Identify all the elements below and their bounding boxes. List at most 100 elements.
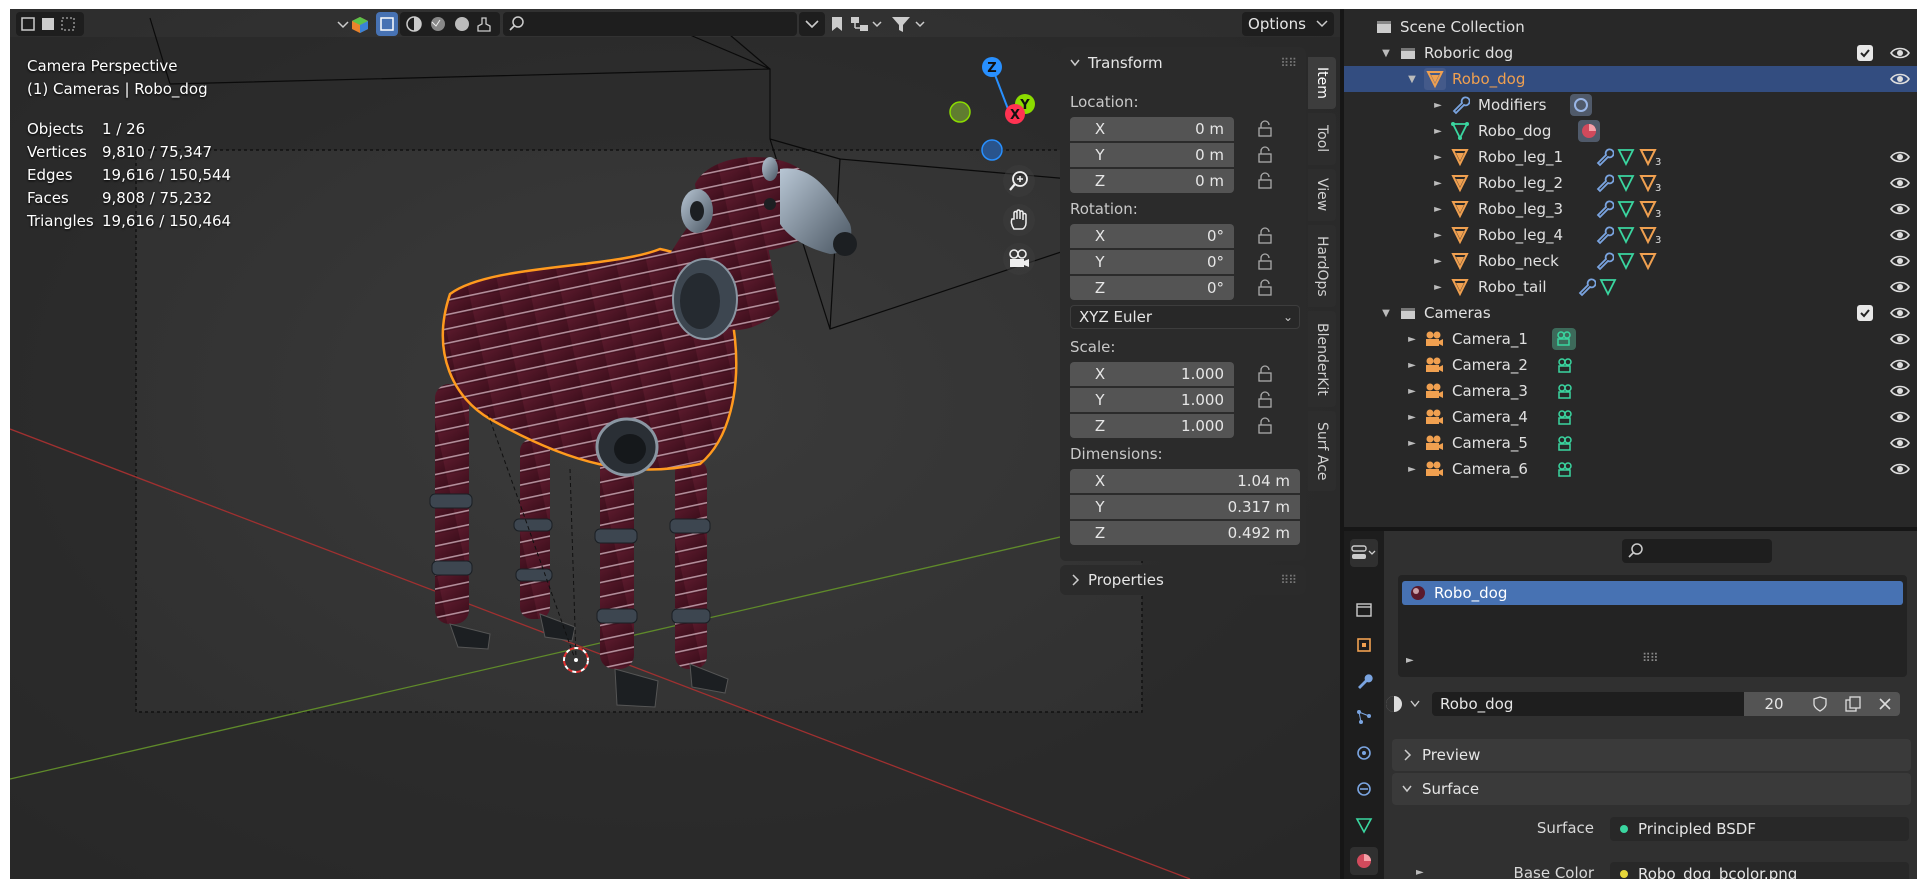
outliner-row[interactable]: ► Camera_3	[1344, 378, 1917, 404]
checkbox-icon[interactable]	[1857, 45, 1873, 61]
expand-arrow-icon[interactable]: ►	[1432, 126, 1444, 137]
surface-panel-header[interactable]: Surface	[1392, 773, 1911, 805]
expand-arrow-icon[interactable]: ►	[1416, 867, 1424, 878]
lock-icon[interactable]	[1256, 365, 1274, 383]
rotation-x-field[interactable]: X 0°	[1070, 224, 1234, 248]
filter-icon[interactable]	[887, 12, 931, 36]
mesh-data-icon[interactable]	[1598, 277, 1618, 297]
outliner-row[interactable]: ► Robo_tail	[1344, 274, 1917, 300]
outliner-row[interactable]: ► Camera_2	[1344, 352, 1917, 378]
physics-icon[interactable]	[1350, 739, 1378, 767]
mesh-data-icon[interactable]	[1616, 251, 1636, 271]
wrench-icon[interactable]	[1594, 199, 1614, 219]
camera-data-icon[interactable]	[1556, 434, 1576, 454]
expand-arrow-icon[interactable]: ►	[1406, 655, 1414, 666]
material-slot-list[interactable]: Robo_dog ► ⠿⠿	[1398, 575, 1907, 677]
drag-grip-icon[interactable]: ⠿⠿	[1280, 573, 1297, 587]
outliner-row[interactable]: ► Robo_leg_2 3	[1344, 170, 1917, 196]
eye-icon[interactable]	[1890, 306, 1910, 320]
close-icon[interactable]	[1878, 697, 1892, 711]
mesh-data-icon[interactable]	[1616, 173, 1636, 193]
eye-icon[interactable]	[1890, 72, 1910, 86]
mesh-data-icon[interactable]	[1350, 811, 1378, 839]
eye-icon[interactable]	[1890, 228, 1910, 242]
tab-item[interactable]: Item	[1308, 57, 1336, 109]
outliner-scene-collection[interactable]: Scene Collection	[1344, 14, 1917, 40]
modifier-badge[interactable]	[1570, 94, 1592, 116]
mesh-data-icon[interactable]	[1616, 147, 1636, 167]
rotation-mode-select[interactable]: XYZ Euler ⌄	[1070, 305, 1300, 329]
eye-icon[interactable]	[1890, 384, 1910, 398]
expand-arrow-icon[interactable]: ►	[1432, 100, 1444, 111]
drag-grip-icon[interactable]: ⠿⠿	[1642, 651, 1659, 665]
expand-arrow-icon[interactable]: ►	[1406, 334, 1418, 345]
outliner-row[interactable]: ► Camera_1	[1344, 326, 1917, 352]
expand-arrow-icon[interactable]: ▼	[1380, 308, 1392, 319]
scale-z-field[interactable]: Z 1.000	[1070, 414, 1234, 438]
hierarchy-icon[interactable]	[849, 12, 885, 36]
expand-arrow-icon[interactable]: ►	[1406, 438, 1418, 449]
outliner-row-selected[interactable]: ▼ Robo_dog	[1344, 66, 1917, 92]
rotation-y-field[interactable]: Y 0°	[1070, 250, 1234, 274]
object-mode-icon[interactable]	[376, 12, 398, 36]
expand-arrow-icon[interactable]: ►	[1432, 282, 1444, 293]
location-y-field[interactable]: Y 0 m	[1070, 143, 1234, 167]
outliner-row[interactable]: ► Camera_5	[1344, 430, 1917, 456]
object-props-icon[interactable]	[1350, 631, 1378, 659]
eye-icon[interactable]	[1890, 202, 1910, 216]
wrench-icon[interactable]	[1594, 147, 1614, 167]
outliner-row[interactable]: ► Modifiers	[1344, 92, 1917, 118]
wrench-icon[interactable]	[1350, 667, 1378, 695]
shading-buttons[interactable]	[400, 12, 500, 36]
camera-data-icon[interactable]	[1556, 382, 1576, 402]
expand-arrow-icon[interactable]: ►	[1432, 204, 1444, 215]
material-slot-item[interactable]: Robo_dog	[1402, 581, 1903, 605]
material-badge[interactable]	[1578, 120, 1600, 142]
outliner-row[interactable]: ▼ Roboric dog	[1344, 40, 1917, 66]
outliner-row[interactable]: ► Robo_leg_4 3	[1344, 222, 1917, 248]
material-browse-button[interactable]	[1384, 692, 1428, 716]
lock-icon[interactable]	[1256, 146, 1274, 164]
constraints-icon[interactable]	[1350, 775, 1378, 803]
surface-shader-field[interactable]: Principled BSDF	[1610, 817, 1909, 841]
eye-icon[interactable]	[1890, 176, 1910, 190]
scale-x-field[interactable]: X 1.000	[1070, 362, 1234, 386]
dimensions-z-field[interactable]: Z 0.492 m	[1070, 521, 1300, 545]
eye-icon[interactable]	[1890, 254, 1910, 268]
tab-blenderkit[interactable]: BlenderKit	[1308, 311, 1336, 407]
lock-icon[interactable]	[1256, 227, 1274, 245]
checkbox-icon[interactable]	[1857, 305, 1873, 321]
eye-icon[interactable]	[1890, 358, 1910, 372]
eye-icon[interactable]	[1890, 462, 1910, 476]
expand-arrow-icon[interactable]: ▼	[1406, 74, 1418, 85]
tab-view[interactable]: View	[1308, 169, 1336, 221]
camera-data-icon[interactable]	[1556, 460, 1576, 480]
eye-icon[interactable]	[1890, 436, 1910, 450]
lock-icon[interactable]	[1256, 253, 1274, 271]
location-z-field[interactable]: Z 0 m	[1070, 169, 1234, 193]
lock-icon[interactable]	[1256, 120, 1274, 138]
base-color-field[interactable]: Robo_dog_bcolor.png	[1610, 862, 1909, 879]
zoom-icon[interactable]	[1003, 165, 1035, 197]
material-users-count[interactable]: 20	[1744, 692, 1804, 716]
eye-icon[interactable]	[1890, 46, 1910, 60]
camera-data-icon[interactable]	[1556, 356, 1576, 376]
hand-icon[interactable]	[1003, 204, 1035, 236]
wrench-icon[interactable]	[1594, 251, 1614, 271]
drag-grip-icon[interactable]: ⠿⠿	[1280, 56, 1297, 70]
overlay-dropdown[interactable]	[799, 12, 825, 36]
wrench-icon[interactable]	[1576, 277, 1596, 297]
outliner[interactable]: Scene Collection ▼ Roboric dog ▼ Robo_do…	[1344, 9, 1917, 527]
eye-icon[interactable]	[1890, 410, 1910, 424]
tab-tool[interactable]: Tool	[1308, 113, 1336, 165]
properties-editor[interactable]: Robo_dog ► ⠿⠿ Robo_dog 20 Preview Surfac…	[1344, 531, 1917, 879]
camera-data-icon[interactable]	[1556, 408, 1576, 428]
expand-arrow-icon[interactable]: ►	[1432, 230, 1444, 241]
expand-arrow-icon[interactable]: ►	[1432, 152, 1444, 163]
camera-data-badge[interactable]	[1552, 328, 1576, 350]
dimensions-y-field[interactable]: Y 0.317 m	[1070, 495, 1300, 519]
duplicate-icon[interactable]	[1845, 696, 1861, 712]
lock-icon[interactable]	[1256, 417, 1274, 435]
bookmark-icon[interactable]	[827, 12, 847, 36]
scale-y-field[interactable]: Y 1.000	[1070, 388, 1234, 412]
